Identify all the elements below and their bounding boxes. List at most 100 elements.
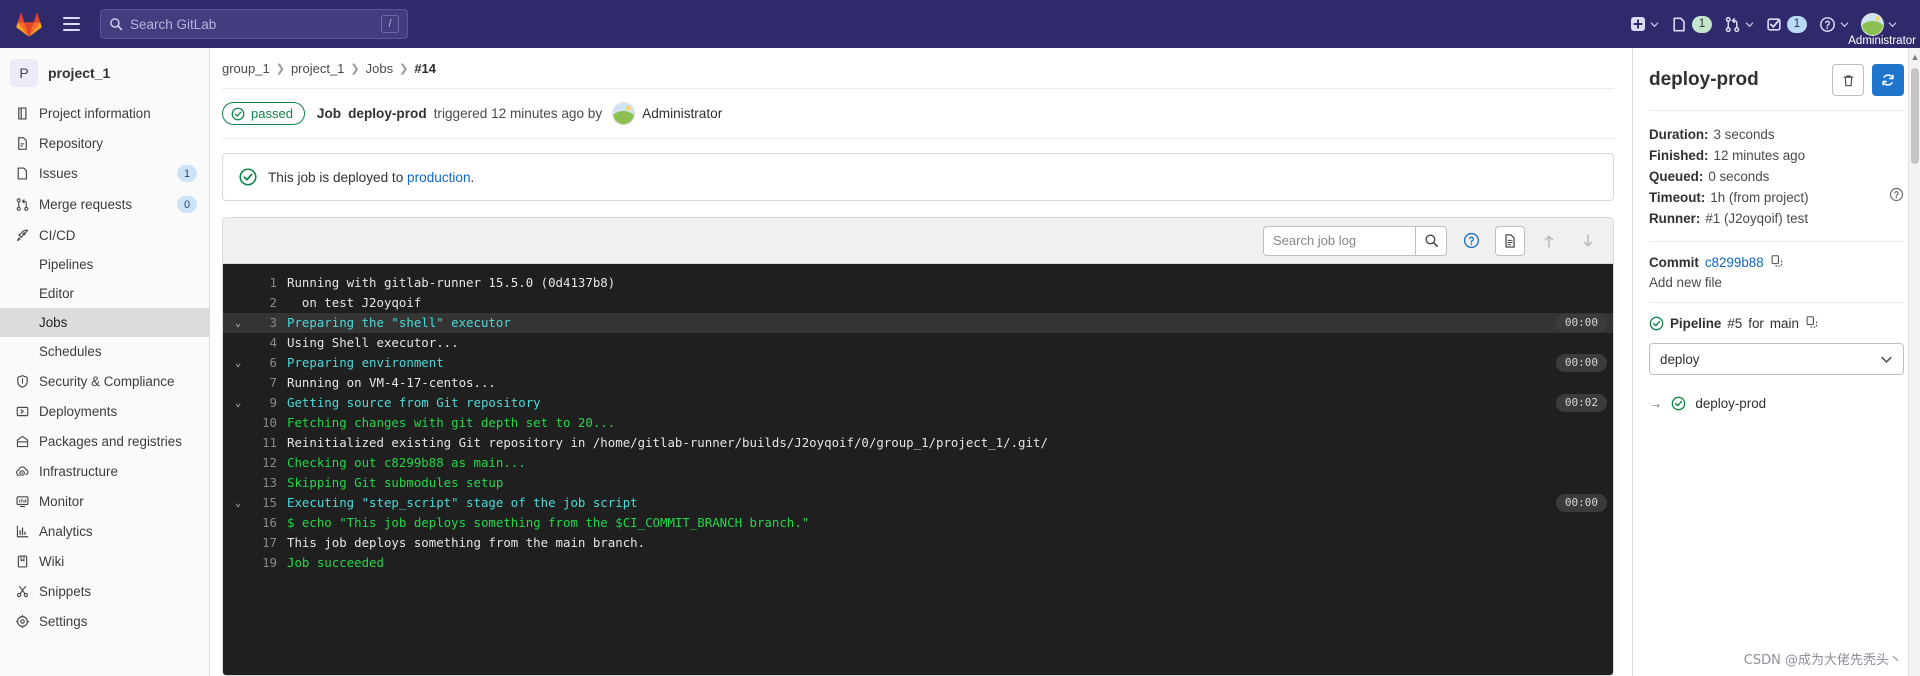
status-badge-label: passed: [251, 106, 293, 121]
sidebar-item-monitor[interactable]: Monitor: [0, 486, 209, 516]
help-button[interactable]: [1814, 8, 1854, 40]
meta-value: 3 seconds: [1713, 127, 1775, 142]
pipeline-job-name: deploy-prod: [1695, 396, 1767, 411]
log-line-number[interactable]: 19: [253, 553, 287, 573]
page-scrollbar[interactable]: ▲: [1908, 48, 1920, 676]
log-line-number[interactable]: 6: [253, 353, 287, 373]
sidebar-item-security-compliance[interactable]: Security & Compliance: [0, 366, 209, 396]
job-log-output[interactable]: 1 Running with gitlab-runner 15.5.0 (0d41…: [223, 264, 1613, 675]
copy-clipboard-icon[interactable]: [1805, 315, 1819, 332]
sidebar-item-wiki[interactable]: Wiki: [0, 546, 209, 576]
book-closed-icon: [14, 553, 30, 569]
scroll-to-top-button[interactable]: [1534, 226, 1564, 256]
log-line-number[interactable]: 2: [253, 293, 287, 313]
issues-button[interactable]: 1: [1666, 8, 1717, 40]
sidebar-item-packages-registries[interactable]: Packages and registries: [0, 426, 209, 456]
gitlab-logo-icon[interactable]: [14, 9, 44, 39]
sidebar-item-label: Analytics: [39, 523, 93, 539]
retry-job-button[interactable]: [1872, 64, 1904, 96]
search-job-log-button[interactable]: [1415, 225, 1447, 256]
job-log-help-button[interactable]: [1456, 226, 1486, 256]
gitlab-job-page: / 1: [0, 0, 1920, 676]
search-job-log-input[interactable]: [1263, 225, 1415, 256]
meta-value: 12 minutes ago: [1713, 148, 1806, 163]
environment-link[interactable]: production: [407, 170, 470, 185]
log-line-number[interactable]: 9: [253, 393, 287, 413]
sidebar-item-merge-requests[interactable]: Merge requests 0: [0, 189, 209, 220]
status-success-icon: [1672, 396, 1686, 411]
log-line-number[interactable]: 12: [253, 453, 287, 473]
log-line-number[interactable]: 1: [253, 273, 287, 293]
sidebar-item-repository[interactable]: Repository: [0, 128, 209, 158]
log-line-text: Checking out c8299b88 as main...: [287, 455, 526, 470]
deployment-alert: This job is deployed to production.: [222, 153, 1614, 201]
scroll-to-bottom-button[interactable]: [1573, 226, 1603, 256]
meta-value: 1h (from project): [1710, 190, 1809, 205]
commit-message: Add new file: [1649, 275, 1722, 290]
sidebar-item-label: Jobs: [39, 315, 68, 330]
log-line-number[interactable]: 10: [253, 413, 287, 433]
log-line-text: Fetching changes with git depth set to 2…: [287, 415, 616, 430]
pipeline-line: Pipeline #5 for main: [1649, 315, 1904, 332]
copy-clipboard-icon[interactable]: [1770, 254, 1784, 271]
log-line-number[interactable]: 3: [253, 313, 287, 333]
sidebar-item-label: Infrastructure: [39, 463, 118, 479]
job-log-line: 11 Reinitialized existing Git repository …: [223, 433, 1613, 453]
chevron-down-icon[interactable]: ⌄: [223, 493, 253, 513]
commit-line: Commit c8299b88: [1649, 254, 1904, 271]
pipeline-ref[interactable]: main: [1770, 316, 1799, 331]
create-new-button[interactable]: [1625, 8, 1664, 40]
status-success-icon: [231, 107, 245, 120]
sidebar-item-ci-cd[interactable]: CI/CD: [0, 220, 209, 250]
status-badge[interactable]: passed: [222, 102, 305, 125]
package-icon: [14, 433, 30, 449]
log-line-number[interactable]: 16: [253, 513, 287, 533]
scroll-up-arrow-icon[interactable]: ▲: [1910, 52, 1920, 62]
sidebar-item-issues[interactable]: Issues 1: [0, 158, 209, 189]
chevron-down-icon[interactable]: ⌄: [223, 353, 253, 373]
user-menu-button[interactable]: [1856, 8, 1902, 40]
log-line-number[interactable]: 17: [253, 533, 287, 553]
avatar[interactable]: [612, 102, 636, 125]
sidebar-item-deployments[interactable]: Deployments: [0, 396, 209, 426]
breadcrumb-item-project[interactable]: project_1: [291, 61, 344, 76]
log-line-number[interactable]: 4: [253, 333, 287, 353]
chevron-down-icon[interactable]: ⌄: [223, 393, 253, 413]
breadcrumb-item-jobs[interactable]: Jobs: [366, 61, 393, 76]
sidebar-item-editor[interactable]: Editor: [0, 279, 209, 308]
log-line-number[interactable]: 7: [253, 373, 287, 393]
sidebar-item-settings[interactable]: Settings: [0, 606, 209, 636]
sidebar-item-project-information[interactable]: Project information: [0, 98, 209, 128]
pipeline-stage-select[interactable]: deploy: [1649, 343, 1904, 375]
erase-job-log-button[interactable]: [1832, 64, 1864, 96]
search-input[interactable]: [130, 10, 381, 38]
merge-requests-button[interactable]: [1719, 8, 1759, 40]
scrollbar-thumb[interactable]: [1911, 68, 1919, 164]
pipeline-number[interactable]: #5: [1727, 316, 1742, 331]
breadcrumb-item-group[interactable]: group_1: [222, 61, 270, 76]
sidebar-item-jobs[interactable]: Jobs: [0, 308, 209, 337]
log-line-number[interactable]: 13: [253, 473, 287, 493]
project-name: project_1: [48, 65, 111, 81]
log-line-number[interactable]: 11: [253, 433, 287, 453]
commit-sha-link[interactable]: c8299b88: [1705, 255, 1764, 270]
todos-button[interactable]: 1: [1761, 8, 1812, 40]
job-meta-list: Duration: 3 seconds Finished: 12 minutes…: [1649, 111, 1904, 241]
job-author-name[interactable]: Administrator: [642, 106, 722, 121]
sidebar-project-header[interactable]: P project_1: [0, 48, 209, 98]
log-line-number[interactable]: 15: [253, 493, 287, 513]
sidebar-item-pipelines[interactable]: Pipelines: [0, 250, 209, 279]
sidebar-item-analytics[interactable]: Analytics: [0, 516, 209, 546]
pipeline-job-item[interactable]: → deploy-prod: [1649, 391, 1904, 416]
show-raw-log-button[interactable]: [1495, 225, 1525, 256]
chevron-down-icon[interactable]: ⌄: [223, 313, 253, 333]
sidebar-item-schedules[interactable]: Schedules: [0, 337, 209, 366]
avatar: [1861, 12, 1884, 36]
todo-checkbox-icon: [1767, 17, 1781, 31]
chevron-down-icon: [1881, 356, 1892, 363]
sidebar-item-snippets[interactable]: Snippets: [0, 576, 209, 606]
timeout-help-icon[interactable]: [1889, 187, 1904, 208]
sidebar-item-infrastructure[interactable]: Infrastructure: [0, 456, 209, 486]
global-search[interactable]: /: [100, 9, 408, 39]
hamburger-menu-icon[interactable]: [56, 9, 86, 39]
